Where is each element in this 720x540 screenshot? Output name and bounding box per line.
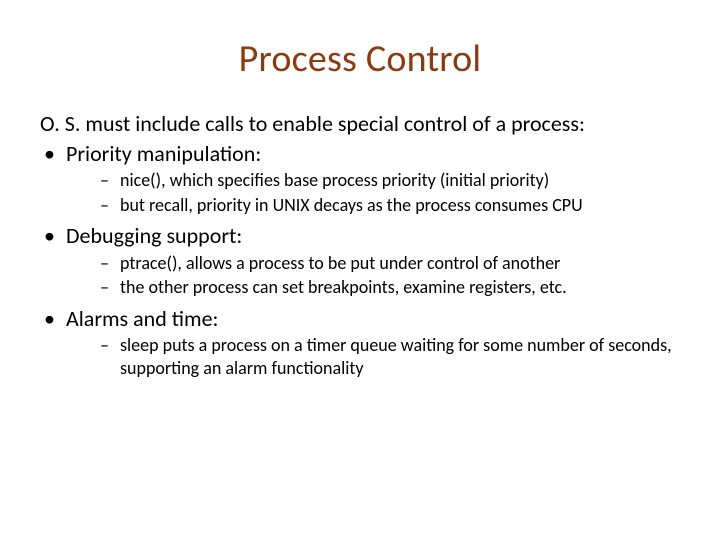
bullet-item: Debugging support: ptrace(), allows a pr… [40, 222, 680, 299]
sub-item: ptrace(), allows a process to be put und… [100, 252, 680, 275]
sub-item: but recall, priority in UNIX decays as t… [100, 194, 680, 217]
sub-item: the other process can set breakpoints, e… [100, 276, 680, 299]
sub-list: nice(), which specifies base process pri… [66, 169, 680, 216]
sub-item: sleep puts a process on a timer queue wa… [100, 334, 680, 379]
bullet-item: Priority manipulation: nice(), which spe… [40, 140, 680, 217]
bullet-label: Priority manipulation: [66, 140, 261, 167]
bullet-label: Debugging support: [66, 222, 242, 249]
bullet-item: Alarms and time: sleep puts a process on… [40, 305, 680, 380]
bullet-list: Priority manipulation: nice(), which spe… [40, 140, 680, 380]
intro-text: O. S. must include calls to enable speci… [40, 110, 680, 138]
slide-body: O. S. must include calls to enable speci… [40, 110, 680, 379]
slide-title: Process Control [40, 36, 680, 82]
sub-list: sleep puts a process on a timer queue wa… [66, 334, 680, 379]
sub-item: nice(), which specifies base process pri… [100, 169, 680, 192]
sub-list: ptrace(), allows a process to be put und… [66, 252, 680, 299]
bullet-label: Alarms and time: [66, 305, 218, 332]
slide: Process Control O. S. must include calls… [0, 0, 720, 540]
